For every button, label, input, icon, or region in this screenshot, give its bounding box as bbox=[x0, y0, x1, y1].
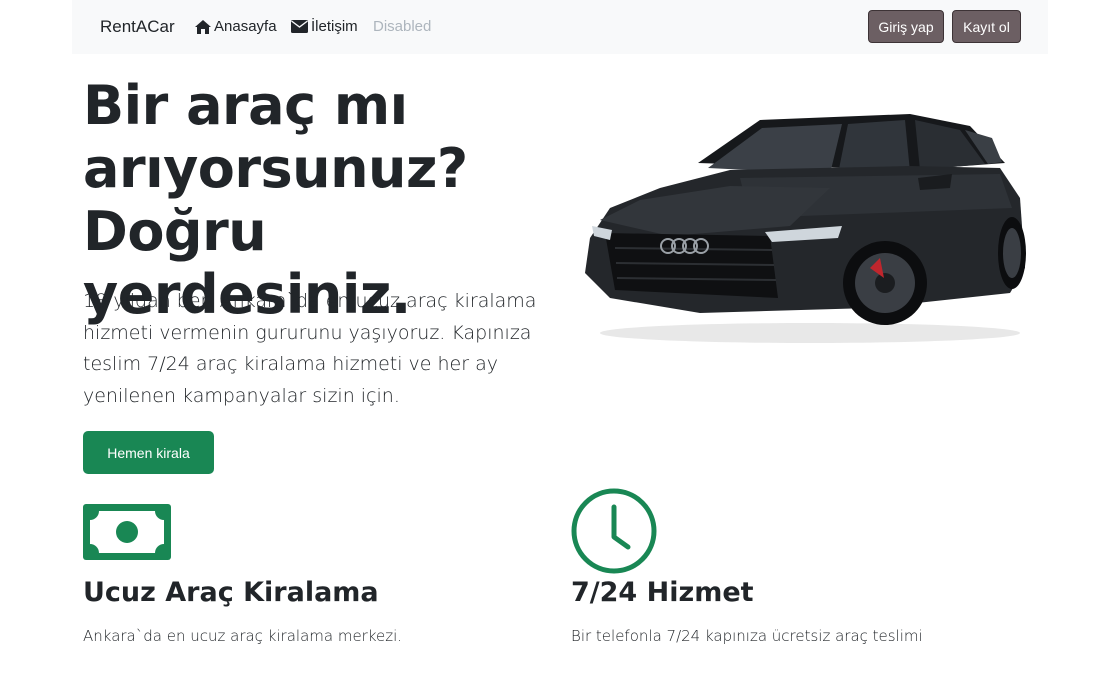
car-image bbox=[585, 114, 1026, 343]
cash-icon bbox=[83, 504, 171, 560]
feature-text-cheap-rental: Ankara`da en ucuz araç kiralama merkezi. bbox=[83, 627, 403, 645]
home-icon bbox=[195, 19, 211, 34]
feature-text-24-7-service: Bir telefonla 7/24 kapınıza ücretsiz ara… bbox=[571, 627, 923, 645]
clock-icon bbox=[571, 488, 657, 574]
envelope-icon bbox=[291, 20, 308, 33]
nav-link-disabled: Disabled bbox=[373, 18, 431, 35]
nav-link-contact[interactable]: İletişim bbox=[291, 18, 358, 35]
navbar: RentACar Anasayfa İletişim Disabled Giri… bbox=[72, 0, 1048, 54]
nav-link-home[interactable]: Anasayfa bbox=[195, 18, 277, 35]
nav-link-home-label: Anasayfa bbox=[214, 18, 277, 35]
login-button[interactable]: Giriş yap bbox=[868, 10, 944, 43]
feature-title-24-7-service: 7/24 Hizmet bbox=[571, 577, 754, 608]
hero-lead: 18 yıldan beri Ankara`da en ucuz araç ki… bbox=[83, 290, 537, 407]
nav-link-disabled-label: Disabled bbox=[373, 18, 432, 35]
register-button[interactable]: Kayıt ol bbox=[952, 10, 1021, 43]
nav-link-contact-label: İletişim bbox=[311, 18, 358, 35]
feature-title-cheap-rental: Ucuz Araç Kiralama bbox=[83, 577, 379, 608]
rent-now-button[interactable]: Hemen kirala bbox=[83, 431, 214, 474]
brand-logo[interactable]: RentACar bbox=[100, 17, 175, 37]
